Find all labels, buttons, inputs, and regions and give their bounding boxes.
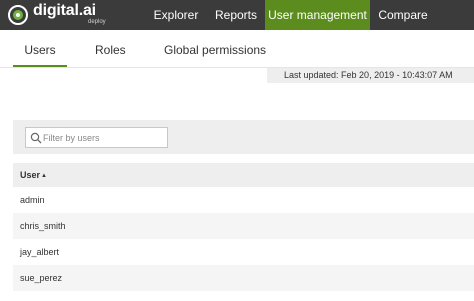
digital-ai-logo-icon <box>8 5 28 25</box>
column-header-user[interactable]: User▲ <box>13 163 474 187</box>
users-table: User▲ admin chris_smith jay_albert sue_p… <box>13 163 474 291</box>
nav-explorer[interactable]: Explorer <box>146 0 206 30</box>
sort-ascending-icon: ▲ <box>41 172 47 179</box>
filter-field[interactable] <box>25 127 168 148</box>
table-row[interactable]: admin <box>13 187 474 213</box>
user-cell: jay_albert <box>20 247 60 257</box>
nav-reports[interactable]: Reports <box>208 0 264 30</box>
nav-user-management[interactable]: User management <box>265 0 370 30</box>
logo-subtext: deploy <box>88 19 106 25</box>
logo-text: digital.ai <box>33 2 96 19</box>
table-row[interactable]: sue_perez <box>13 265 474 291</box>
table-row[interactable]: chris_smith <box>13 213 474 239</box>
logo[interactable]: digital.ai deploy <box>8 2 108 27</box>
user-cell: chris_smith <box>20 221 66 231</box>
user-cell: sue_perez <box>20 273 63 283</box>
tab-global-permissions[interactable]: Global permissions <box>164 43 266 67</box>
tab-users[interactable]: Users <box>13 43 67 67</box>
last-updated-text: Last updated: Feb 20, 2019 - 10:43:07 AM <box>267 68 474 83</box>
table-row[interactable]: jay_albert <box>13 239 474 265</box>
tab-roles[interactable]: Roles <box>95 43 126 67</box>
column-header-label: User <box>20 170 41 180</box>
top-navigation-bar: digital.ai deploy Explorer Reports User … <box>0 0 474 30</box>
nav-compare[interactable]: Compare <box>372 0 434 30</box>
user-cell: admin <box>20 195 45 205</box>
filter-bar <box>13 120 474 154</box>
filter-users-input[interactable] <box>43 130 163 145</box>
search-icon <box>30 132 42 144</box>
